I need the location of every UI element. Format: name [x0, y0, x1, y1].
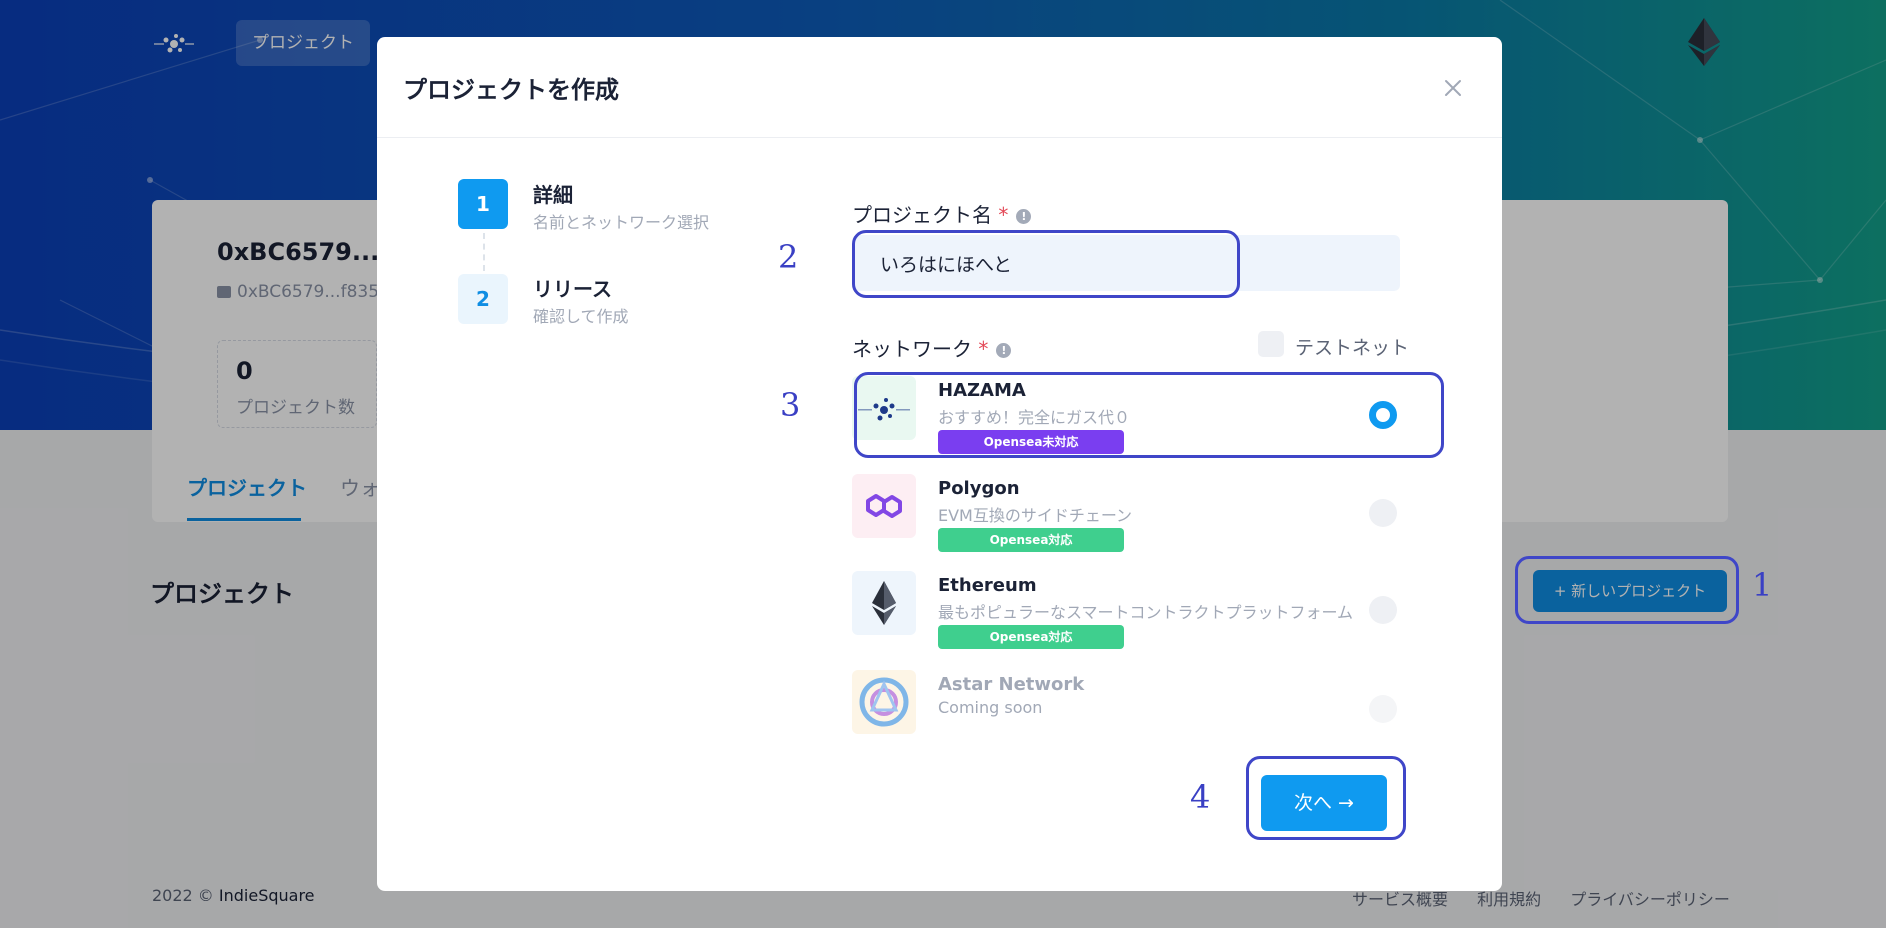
step-connector	[483, 233, 485, 271]
annotation-number-4: 4	[1190, 778, 1211, 816]
network-option-polygon[interactable]: Polygon EVM互換のサイドチェーン Opensea対応	[852, 474, 1402, 552]
opensea-badge: Opensea対応	[938, 625, 1124, 649]
project-name-label: プロジェクト名 *!	[852, 199, 1032, 228]
annotation-number-2: 2	[778, 238, 799, 276]
modal-header: プロジェクトを作成	[377, 37, 1502, 138]
astar-logo-icon	[852, 670, 916, 734]
network-radio-disabled	[1369, 695, 1397, 723]
info-icon[interactable]: !	[1016, 209, 1032, 224]
network-radio[interactable]	[1369, 596, 1397, 624]
network-label-text: ネットワーク	[852, 337, 972, 361]
network-option-ethereum[interactable]: Ethereum 最もポピュラーなスマートコントラクトプラットフォーム Open…	[852, 571, 1402, 649]
network-option-astar: Astar Network Coming soon	[852, 670, 1402, 742]
network-radio[interactable]	[1369, 499, 1397, 527]
step-2-badge: 2	[458, 274, 508, 324]
required-mark: *	[998, 203, 1009, 227]
annotation-box-2	[852, 230, 1240, 298]
modal-title: プロジェクトを作成	[403, 76, 619, 104]
annotation-box-1	[1515, 556, 1739, 624]
annotation-number-3: 3	[780, 386, 801, 424]
step-2-subtitle: 確認して作成	[533, 307, 629, 326]
close-icon[interactable]	[1440, 75, 1466, 101]
annotation-box-3	[854, 372, 1444, 458]
required-mark: *	[978, 337, 989, 361]
step-2-title: リリース	[533, 277, 612, 301]
testnet-label: テストネット	[1295, 337, 1410, 359]
step-1-title: 詳細	[533, 183, 573, 207]
ethereum-logo-icon	[852, 571, 916, 635]
network-name: Polygon	[938, 478, 1020, 499]
network-description: 最もポピュラーなスマートコントラクトプラットフォーム	[938, 603, 1354, 622]
step-1-badge: 1	[458, 179, 508, 229]
network-description: Coming soon	[938, 698, 1043, 717]
project-name-label-text: プロジェクト名	[852, 203, 992, 227]
annotation-number-1: 1	[1752, 566, 1773, 604]
step-1-subtitle: 名前とネットワーク選択	[533, 213, 710, 232]
testnet-checkbox[interactable]	[1258, 331, 1284, 357]
annotation-box-4	[1246, 756, 1406, 840]
info-icon[interactable]: !	[996, 343, 1012, 358]
network-name: Astar Network	[938, 674, 1085, 695]
opensea-badge: Opensea対応	[938, 528, 1124, 552]
polygon-logo-icon	[852, 474, 916, 538]
network-description: EVM互換のサイドチェーン	[938, 506, 1133, 525]
network-name: Ethereum	[938, 575, 1037, 596]
network-label: ネットワーク *!	[852, 333, 1012, 362]
